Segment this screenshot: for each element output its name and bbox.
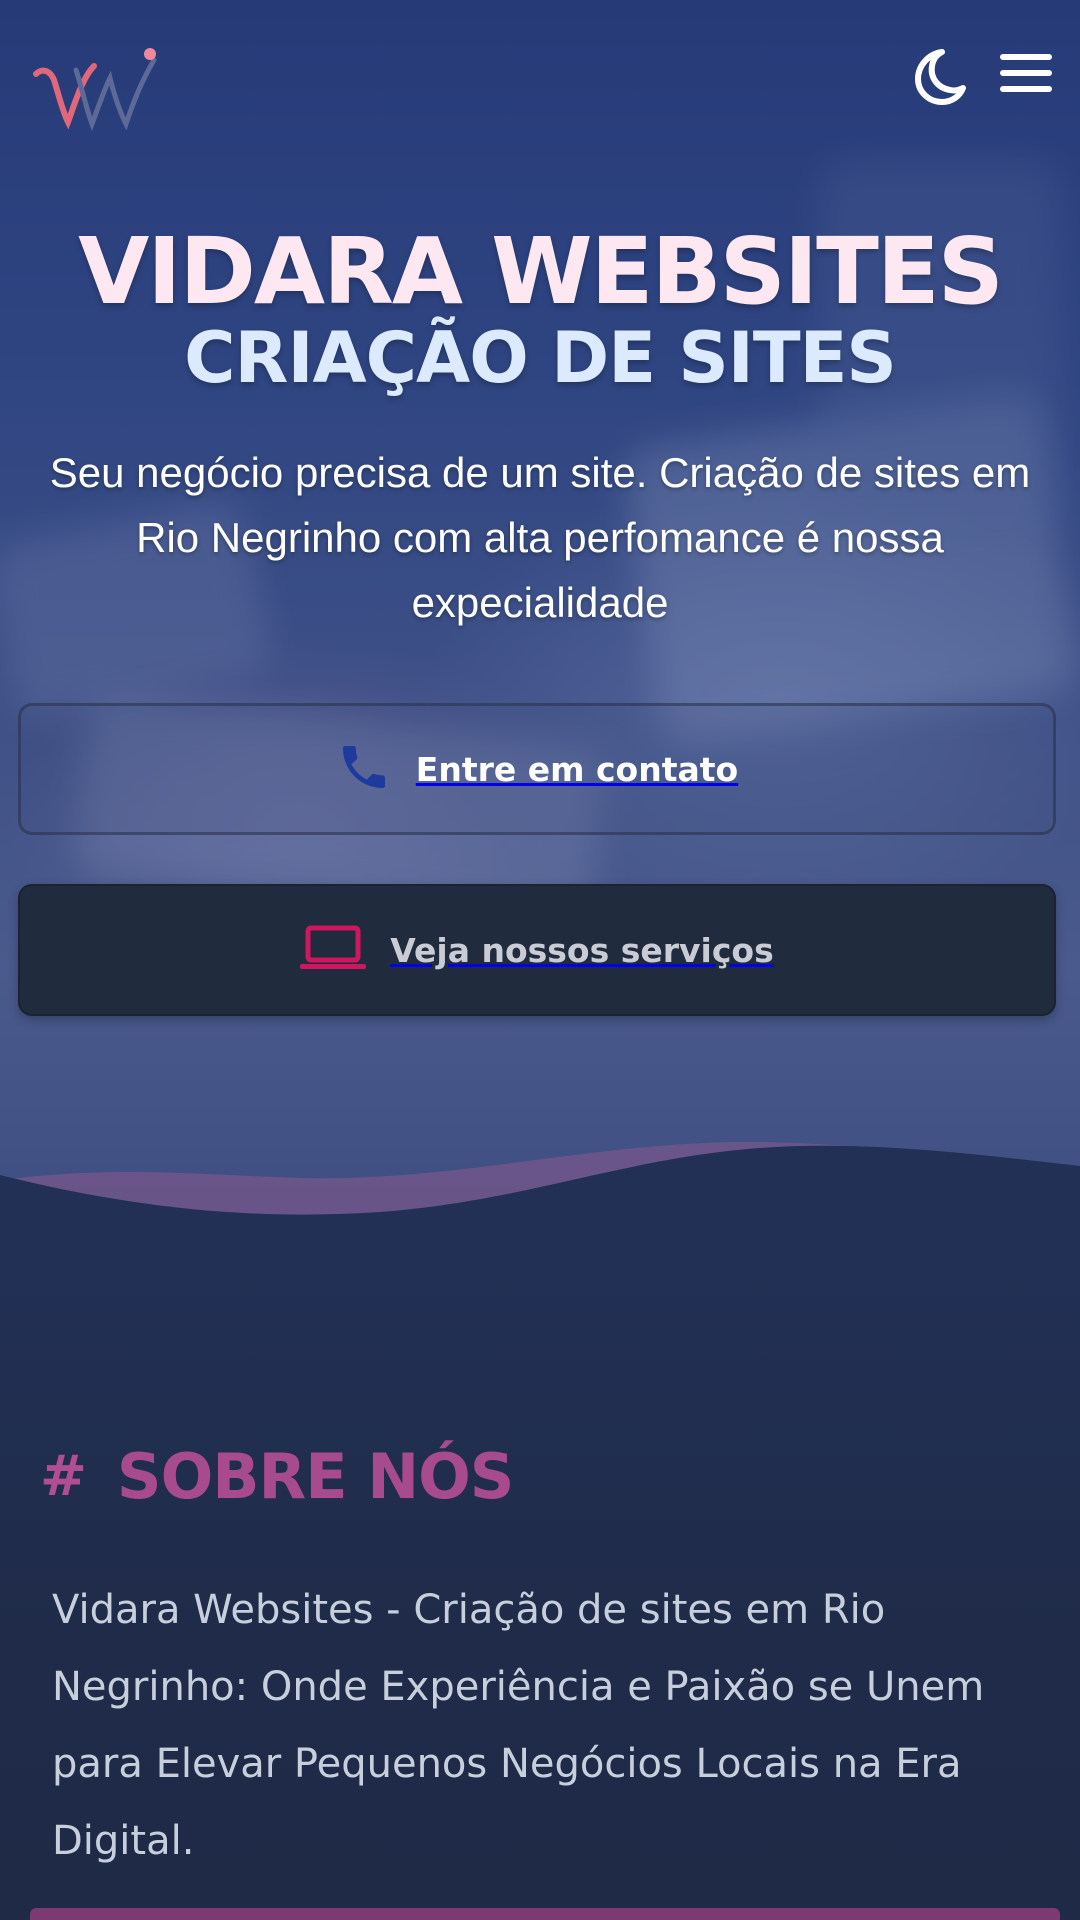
laptop-icon <box>300 924 367 976</box>
hero-title: VIDARA WEBSITES <box>78 218 1004 325</box>
site-logo[interactable] <box>28 28 168 138</box>
services-button-label: Veja nossos serviços <box>390 930 774 970</box>
theme-toggle-button[interactable] <box>908 46 968 106</box>
hero-wave-divider <box>0 1141 1080 1240</box>
services-button[interactable]: Veja nossos serviços <box>18 884 1056 1016</box>
hash-icon: # <box>40 1444 87 1509</box>
hero-subtitle: CRIAÇÃO DE SITES <box>184 317 897 399</box>
contact-button[interactable]: Entre em contato <box>18 703 1056 835</box>
hamburger-menu-button[interactable] <box>998 50 1054 98</box>
about-text: Vidara Websites - Criação de sites em Ri… <box>52 1587 985 1864</box>
menu-line <box>1000 86 1052 92</box>
about-title: SOBRE NÓS <box>116 1440 515 1513</box>
section-accent-bar <box>30 1908 1060 1920</box>
moon-icon <box>915 49 966 105</box>
menu-line <box>1000 54 1052 60</box>
about-heading: # SOBRE NÓS <box>40 1440 515 1513</box>
hero-description: Seu negócio precisa de um site. Criação … <box>49 449 1031 626</box>
menu-line <box>1000 70 1052 76</box>
vw-logo-icon <box>33 48 157 132</box>
contact-button-label: Entre em contato <box>415 749 739 789</box>
phone-icon <box>336 739 392 799</box>
